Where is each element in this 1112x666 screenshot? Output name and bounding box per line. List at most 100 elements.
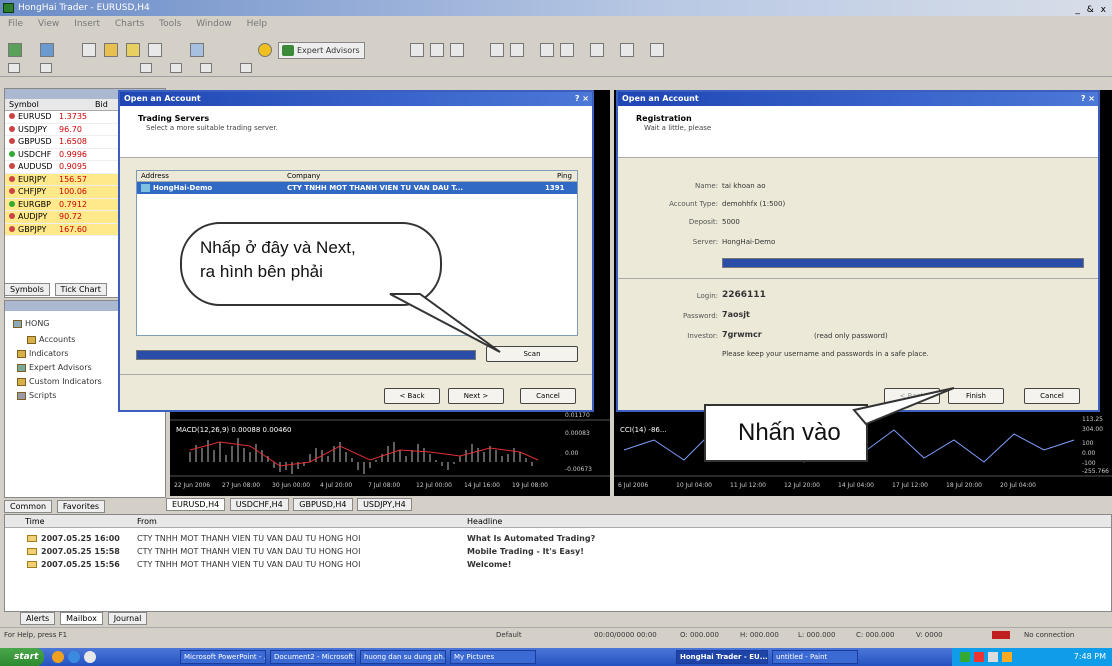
server-icon <box>141 184 150 192</box>
menu-file[interactable]: File <box>8 19 23 29</box>
menu-tools[interactable]: Tools <box>159 19 181 29</box>
terminal-panel: Time From Headline 2007.05.25 16:00 CTY … <box>4 514 1112 612</box>
arrows-icon[interactable] <box>240 63 252 73</box>
cancel-button[interactable]: Cancel <box>520 388 576 404</box>
date-tick: 17 Jul 12:00 <box>892 482 928 489</box>
accounts-icon <box>27 335 36 344</box>
start-button[interactable]: start <box>0 648 44 666</box>
back-button[interactable]: < Back <box>384 388 440 404</box>
strategy-tester-icon[interactable] <box>148 43 162 57</box>
taskbar-item-document[interactable]: huong dan su dung ph... <box>360 650 446 664</box>
tab-favorites[interactable]: Favorites <box>56 500 106 513</box>
candlesticks-icon[interactable] <box>430 43 444 57</box>
market-watch-icon[interactable] <box>82 43 96 57</box>
nav-item-custom-indicators[interactable]: Custom Indicators <box>17 377 102 386</box>
periods-icon[interactable] <box>620 43 634 57</box>
tray-icon[interactable] <box>974 652 984 662</box>
terminal-icon[interactable] <box>126 43 140 57</box>
trendline-icon[interactable] <box>140 63 152 73</box>
quicklaunch-icon[interactable] <box>84 651 96 663</box>
status-help: For Help, press F1 <box>4 631 68 639</box>
tray-icon[interactable] <box>960 652 970 662</box>
menu-charts[interactable]: Charts <box>115 19 144 29</box>
tray-icon[interactable] <box>988 652 998 662</box>
nav-item-accounts[interactable]: Accounts <box>27 335 75 344</box>
tray-icon[interactable] <box>1002 652 1012 662</box>
cursor-icon[interactable] <box>8 63 20 73</box>
tab-mailbox[interactable]: Mailbox <box>60 612 103 625</box>
axis-tick: 0.00 <box>1082 450 1096 457</box>
column-headline[interactable]: Headline <box>467 515 502 528</box>
column-time[interactable]: Time <box>25 515 45 528</box>
cancel-button[interactable]: Cancel <box>1024 388 1080 404</box>
menu-bar: File View Insert Charts Tools Window Hel… <box>0 16 1112 32</box>
column-address[interactable]: Address <box>141 171 169 182</box>
menu-view[interactable]: View <box>38 19 59 29</box>
navigator-icon[interactable] <box>104 43 118 57</box>
crosshair-icon[interactable] <box>40 63 52 73</box>
tab-tick-chart[interactable]: Tick Chart <box>54 283 107 296</box>
name-label: Name: <box>694 182 718 190</box>
tile-windows-icon[interactable] <box>540 43 554 57</box>
tab-chart-usdchf[interactable]: USDCHF,H4 <box>229 498 289 511</box>
taskbar-item-word[interactable]: Document2 - Microsoft ... <box>270 650 356 664</box>
zoom-in-icon[interactable] <box>490 43 504 57</box>
tab-common[interactable]: Common <box>4 500 53 513</box>
column-bid[interactable]: Bid <box>95 99 108 111</box>
templates-icon[interactable] <box>650 43 664 57</box>
line-chart-icon[interactable] <box>450 43 464 57</box>
expert-advisors-button[interactable]: Expert Advisors <box>278 42 365 59</box>
tab-chart-eurusd[interactable]: EURUSD,H4 <box>166 498 226 511</box>
axis-tick: 0.00 <box>565 450 579 457</box>
column-from[interactable]: From <box>137 515 157 528</box>
nav-item-scripts[interactable]: Scripts <box>17 391 56 400</box>
metaeditor-icon[interactable] <box>258 43 272 57</box>
mail-row[interactable]: 2007.05.25 16:00 CTY TNHH MOT THANH VIEN… <box>5 532 1111 545</box>
taskbar-item-honghai-trader[interactable]: HongHai Trader - EU... <box>676 650 768 664</box>
dialog-title-bar: Open an Account ? × <box>618 92 1098 106</box>
date-tick: 22 Jun 2006 <box>174 482 211 489</box>
next-button[interactable]: Next > <box>448 388 504 404</box>
bar-chart-icon[interactable] <box>410 43 424 57</box>
server-row[interactable]: HongHai-Demo CTY TNHH MOT THANH VIEN TU … <box>137 182 577 204</box>
tab-symbols[interactable]: Symbols <box>4 283 50 296</box>
nav-item-root[interactable]: HONG <box>13 319 50 328</box>
new-chart-icon[interactable] <box>8 43 22 57</box>
menu-insert[interactable]: Insert <box>74 19 100 29</box>
text-icon[interactable] <box>170 63 182 73</box>
dialog-divider <box>120 374 592 375</box>
column-symbol[interactable]: Symbol <box>9 100 39 109</box>
dialog-heading: Registration <box>636 114 692 123</box>
quicklaunch-icon[interactable] <box>52 651 64 663</box>
app-icon <box>3 3 14 13</box>
symbol-status-icon <box>9 113 15 119</box>
taskbar-item-powerpoint[interactable]: Microsoft PowerPoint - ... <box>180 650 266 664</box>
profiles-icon[interactable] <box>40 43 54 57</box>
close-icon[interactable]: ? × <box>1081 92 1095 106</box>
quicklaunch-icon[interactable] <box>68 651 80 663</box>
nav-item-indicators[interactable]: Indicators <box>17 349 69 358</box>
axis-tick: 0.00083 <box>565 430 590 437</box>
taskbar-item-my-pictures[interactable]: My Pictures <box>450 650 536 664</box>
status-datetime: 00:00/0000 00:00 <box>594 631 657 639</box>
mail-row[interactable]: 2007.05.25 15:58 CTY TNHH MOT THANH VIEN… <box>5 545 1111 558</box>
tab-journal[interactable]: Journal <box>107 612 148 625</box>
column-company[interactable]: Company <box>287 171 320 182</box>
mail-row[interactable]: 2007.05.25 15:56 CTY TNHH MOT THANH VIEN… <box>5 558 1111 571</box>
close-icon[interactable]: ? × <box>575 92 589 106</box>
column-ping[interactable]: Ping <box>557 171 572 182</box>
new-order-icon[interactable] <box>190 43 204 57</box>
menu-help[interactable]: Help <box>247 19 268 29</box>
menu-window[interactable]: Window <box>196 19 232 29</box>
tab-alerts[interactable]: Alerts <box>20 612 56 625</box>
indicators-icon[interactable] <box>590 43 604 57</box>
tab-chart-gbpusd[interactable]: GBPUSD,H4 <box>293 498 353 511</box>
nav-item-expert-advisors[interactable]: Expert Advisors <box>17 363 92 372</box>
callout-click-finish: Nhấn vào <box>704 404 868 462</box>
macd-label: MACD(12,26,9) 0.00088 0.00460 <box>176 426 292 434</box>
fibonacci-icon[interactable] <box>200 63 212 73</box>
zoom-out-icon[interactable] <box>510 43 524 57</box>
taskbar-item-paint[interactable]: untitled - Paint <box>772 650 858 664</box>
tab-chart-usdjpy[interactable]: USDJPY,H4 <box>357 498 412 511</box>
auto-scroll-icon[interactable] <box>560 43 574 57</box>
